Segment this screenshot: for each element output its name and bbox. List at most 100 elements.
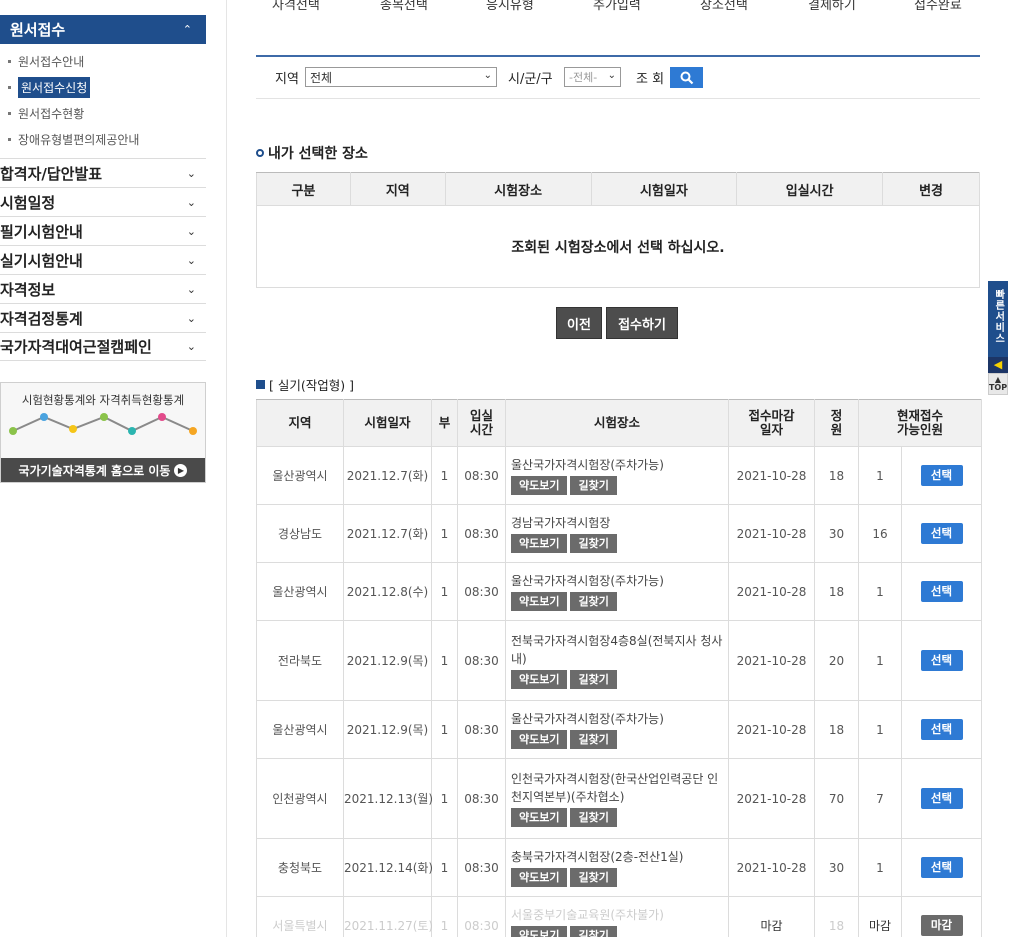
step-item: 자격선택 <box>272 0 320 13</box>
chevron-down-icon: ⌄ <box>186 166 196 180</box>
map-button[interactable]: 약도보기 <box>511 534 568 553</box>
route-button[interactable]: 길찾기 <box>570 926 617 937</box>
route-button[interactable]: 길찾기 <box>570 534 617 553</box>
cell-quota: 30 <box>814 504 859 563</box>
route-button[interactable]: 길찾기 <box>570 476 617 495</box>
bullet-icon <box>8 85 11 89</box>
sidebar-item-campaign[interactable]: 국가자격대여근절캠페인 ⌄ <box>0 332 206 361</box>
cell-available: 마감 <box>858 896 902 937</box>
sidebar-menu: 합격자/답안발표 ⌄ 시험일정 ⌄ 필기시험안내 ⌄ 실기시험안내 ⌄ 자격정보 ⌄ 자격… <box>0 158 206 361</box>
cell-region: 울산광역시 <box>256 700 344 759</box>
column-header: 입실시간 <box>736 172 884 206</box>
cell-place: 서울중부기술교육원(주차불가) 약도보기 길찾기 <box>505 896 729 937</box>
column-header-entry-time: 입실 시간 <box>457 399 506 447</box>
select-button[interactable]: 선택 <box>920 788 963 809</box>
route-button[interactable]: 길찾기 <box>570 868 617 887</box>
closed-button[interactable]: 마감 <box>920 915 963 936</box>
map-button[interactable]: 약도보기 <box>511 670 568 689</box>
column-header-date: 시험일자 <box>343 399 432 447</box>
sidebar-subitem-apply[interactable]: 원서접수신청 <box>0 74 206 100</box>
search-button[interactable] <box>670 67 703 88</box>
cell-place: 울산국가자격시험장(주차가능) 약도보기 길찾기 <box>505 562 729 621</box>
sidebar-item-written-exam[interactable]: 필기시험안내 ⌄ <box>0 216 206 245</box>
sidebar-item-statistics[interactable]: 자격검정통계 ⌄ <box>0 303 206 332</box>
progress-steps: 자격선택 종목선택 응시유형 추가입력 장소선택 결제하기 접수완료 <box>256 0 980 15</box>
city-select[interactable]: -전체- ⌄ <box>564 67 621 87</box>
map-button[interactable]: 약도보기 <box>511 808 568 827</box>
trend-line-icon <box>9 413 197 435</box>
region-label: 지역 <box>275 72 299 87</box>
cell-time: 08:30 <box>457 758 506 839</box>
chevron-down-icon: ⌄ <box>186 224 196 238</box>
prev-button[interactable]: 이전 <box>556 307 602 339</box>
cell-time: 08:30 <box>457 700 506 759</box>
cell-deadline: 2021-10-28 <box>728 758 815 839</box>
statistics-banner-title: 시험현황통계와 자격취득현황통계 <box>21 393 185 407</box>
cell-quota: 18 <box>814 446 859 505</box>
sidebar-subitem-guide[interactable]: 원서접수안내 <box>0 48 206 74</box>
empty-message: 조회된 시험장소에서 선택 하십시오. <box>256 205 980 288</box>
route-button[interactable]: 길찾기 <box>570 808 617 827</box>
cell-deadline: 2021-10-28 <box>728 504 815 563</box>
map-button[interactable]: 약도보기 <box>511 730 568 749</box>
cell-quota: 20 <box>814 620 859 701</box>
chevron-down-icon: ⌄ <box>483 70 492 81</box>
cell-deadline: 마감 <box>728 896 815 937</box>
cell-quota: 70 <box>814 758 859 839</box>
table-row: 울산광역시 2021.12.8(수) 1 08:30 울산국가자격시험장(주차가능) 약도… <box>256 562 983 621</box>
chevron-left-icon[interactable]: ◀ <box>988 357 1008 373</box>
cell-region: 울산광역시 <box>256 446 344 505</box>
cell-deadline: 2021-10-28 <box>728 838 815 897</box>
select-button[interactable]: 선택 <box>920 581 963 602</box>
chevron-down-icon: ⌄ <box>186 253 196 267</box>
cell-action: 선택 <box>900 446 983 505</box>
cell-time: 08:30 <box>457 838 506 897</box>
chevron-down-icon: ⌄ <box>186 195 196 209</box>
cell-available: 1 <box>858 562 902 621</box>
sidebar-item-schedule[interactable]: 시험일정 ⌄ <box>0 187 206 216</box>
cell-action: 선택 <box>900 700 983 759</box>
cell-date: 2021.12.14(화) <box>343 838 433 897</box>
statistics-banner[interactable]: 시험현황통계와 자격취득현황통계 국가기술자격통계 홈으로 이동 ▶ <box>0 382 206 483</box>
table-row: 충청북도 2021.12.14(화) 1 08:30 충북국가자격시험장(2층-전산1실… <box>256 838 983 897</box>
cell-date: 2021.12.7(화) <box>343 504 432 563</box>
route-button[interactable]: 길찾기 <box>570 730 617 749</box>
cell-part: 1 <box>431 838 458 897</box>
practical-heading: [ 실기(작업형) ] <box>256 375 354 394</box>
map-button[interactable]: 약도보기 <box>511 592 568 611</box>
sidebar-item-practical-exam[interactable]: 실기시험안내 ⌄ <box>0 245 206 274</box>
chevron-down-icon: ⌄ <box>186 340 196 353</box>
sidebar-subitem-accessibility[interactable]: 장애유형별편의제공안내 <box>0 126 206 152</box>
step-item: 추가입력 <box>593 0 641 13</box>
place-name: 서울중부기술교육원(주차불가) <box>511 908 664 922</box>
region-select[interactable]: 전체 ⌄ <box>305 67 497 87</box>
cell-part: 1 <box>431 446 458 505</box>
map-button[interactable]: 약도보기 <box>511 926 568 937</box>
cell-available: 1 <box>858 620 902 701</box>
route-button[interactable]: 길찾기 <box>570 592 617 611</box>
select-button[interactable]: 선택 <box>920 465 963 486</box>
bullet-icon <box>8 137 11 141</box>
map-button[interactable]: 약도보기 <box>511 476 568 495</box>
quick-service-tab[interactable]: 빠른서비스 ◀ <box>988 281 1008 373</box>
select-button[interactable]: 선택 <box>920 857 963 878</box>
select-button[interactable]: 선택 <box>920 719 963 740</box>
cell-place: 전북국가자격시험장4층8실(전북지사 청사 내) 약도보기 길찾기 <box>505 620 729 701</box>
sidebar-title-toggle[interactable]: 원서접수 ⌃ <box>0 15 206 44</box>
cell-deadline: 2021-10-28 <box>728 620 815 701</box>
sidebar-subitem-status[interactable]: 원서접수현황 <box>0 100 206 126</box>
statistics-home-link[interactable]: 국가기술자격통계 홈으로 이동 ▶ <box>1 458 205 482</box>
map-button[interactable]: 약도보기 <box>511 868 568 887</box>
select-button[interactable]: 선택 <box>920 523 963 544</box>
sidebar-item-results[interactable]: 합격자/답안발표 ⌄ <box>0 158 206 187</box>
route-button[interactable]: 길찾기 <box>570 670 617 689</box>
sidebar-item-qualification-info[interactable]: 자격정보 ⌄ <box>0 274 206 303</box>
city-label: 시/군/구 <box>508 72 553 87</box>
submit-button[interactable]: 접수하기 <box>606 307 678 339</box>
table-row: 전라북도 2021.12.9(목) 1 08:30 전북국가자격시험장4층8실(전북지사… <box>256 620 983 701</box>
cell-quota: 18 <box>814 700 859 759</box>
top-button[interactable]: ▲ TOP <box>988 373 1008 395</box>
select-button[interactable]: 선택 <box>920 650 963 671</box>
column-header-place: 시험장소 <box>505 399 729 447</box>
sidebar-submenu: 원서접수안내 원서접수신청 원서접수현황 장애유형별편의제공안내 <box>0 48 206 152</box>
